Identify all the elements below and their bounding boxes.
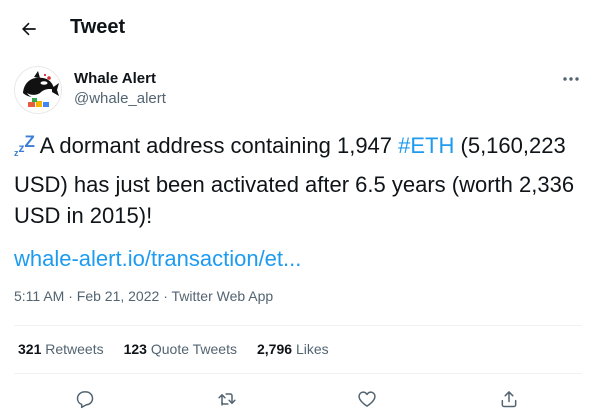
tweet-source[interactable]: Twitter Web App [172,288,274,304]
tweet-meta: 5:11 AM · Feb 21, 2022 · Twitter Web App [14,288,273,304]
divider [14,325,582,326]
tweet-time[interactable]: 5:11 AM [14,288,64,304]
share-icon [501,391,517,408]
avatar[interactable] [14,66,62,114]
zzz-icon: zzZ [14,132,35,158]
back-button[interactable] [14,14,44,44]
divider [14,373,582,374]
back-arrow-icon [22,22,36,36]
author-name[interactable]: Whale Alert [74,70,156,87]
author-handle[interactable]: @whale_alert [74,90,166,107]
retweets-label: Retweets [45,341,104,357]
tweet-actions [0,382,596,416]
likes-label: Likes [295,341,329,357]
tweet-date[interactable]: Feb 21, 2022 [77,288,160,304]
reply-button[interactable] [68,382,102,416]
meta-separator: · [163,288,168,304]
tweet-url-link[interactable]: whale-alert.io/transaction/et... [14,246,301,272]
page-header: Tweet [0,0,596,56]
retweets-stat[interactable]: 321 Retweets [18,341,104,357]
quote-tweets-stat[interactable]: 123 Quote Tweets [124,341,237,357]
page-title: Tweet [70,16,126,38]
retweet-icon [218,393,236,406]
more-options-button[interactable] [556,66,586,92]
tweet-stats: 321 Retweets 123 Quote Tweets 2,796 Like… [18,341,349,357]
whale-logo-icon [14,66,62,114]
retweets-count: 321 [18,341,42,357]
likes-count: 2,796 [257,341,293,357]
more-options-icon [563,77,579,81]
reply-icon [76,391,94,409]
like-icon [358,391,376,407]
quote-tweets-label: Quote Tweets [150,341,237,357]
tweet-text-before: A dormant address containing 1,947 [34,133,399,158]
hashtag-link[interactable]: #ETH [398,133,454,158]
meta-separator: · [68,288,73,304]
like-button[interactable] [350,382,384,416]
tweet-text: zzZ A dormant address containing 1,947 #… [14,126,584,231]
share-button[interactable] [492,382,526,416]
quote-tweets-count: 123 [123,341,147,357]
retweet-button[interactable] [210,382,244,416]
likes-stat[interactable]: 2,796 Likes [257,341,329,357]
